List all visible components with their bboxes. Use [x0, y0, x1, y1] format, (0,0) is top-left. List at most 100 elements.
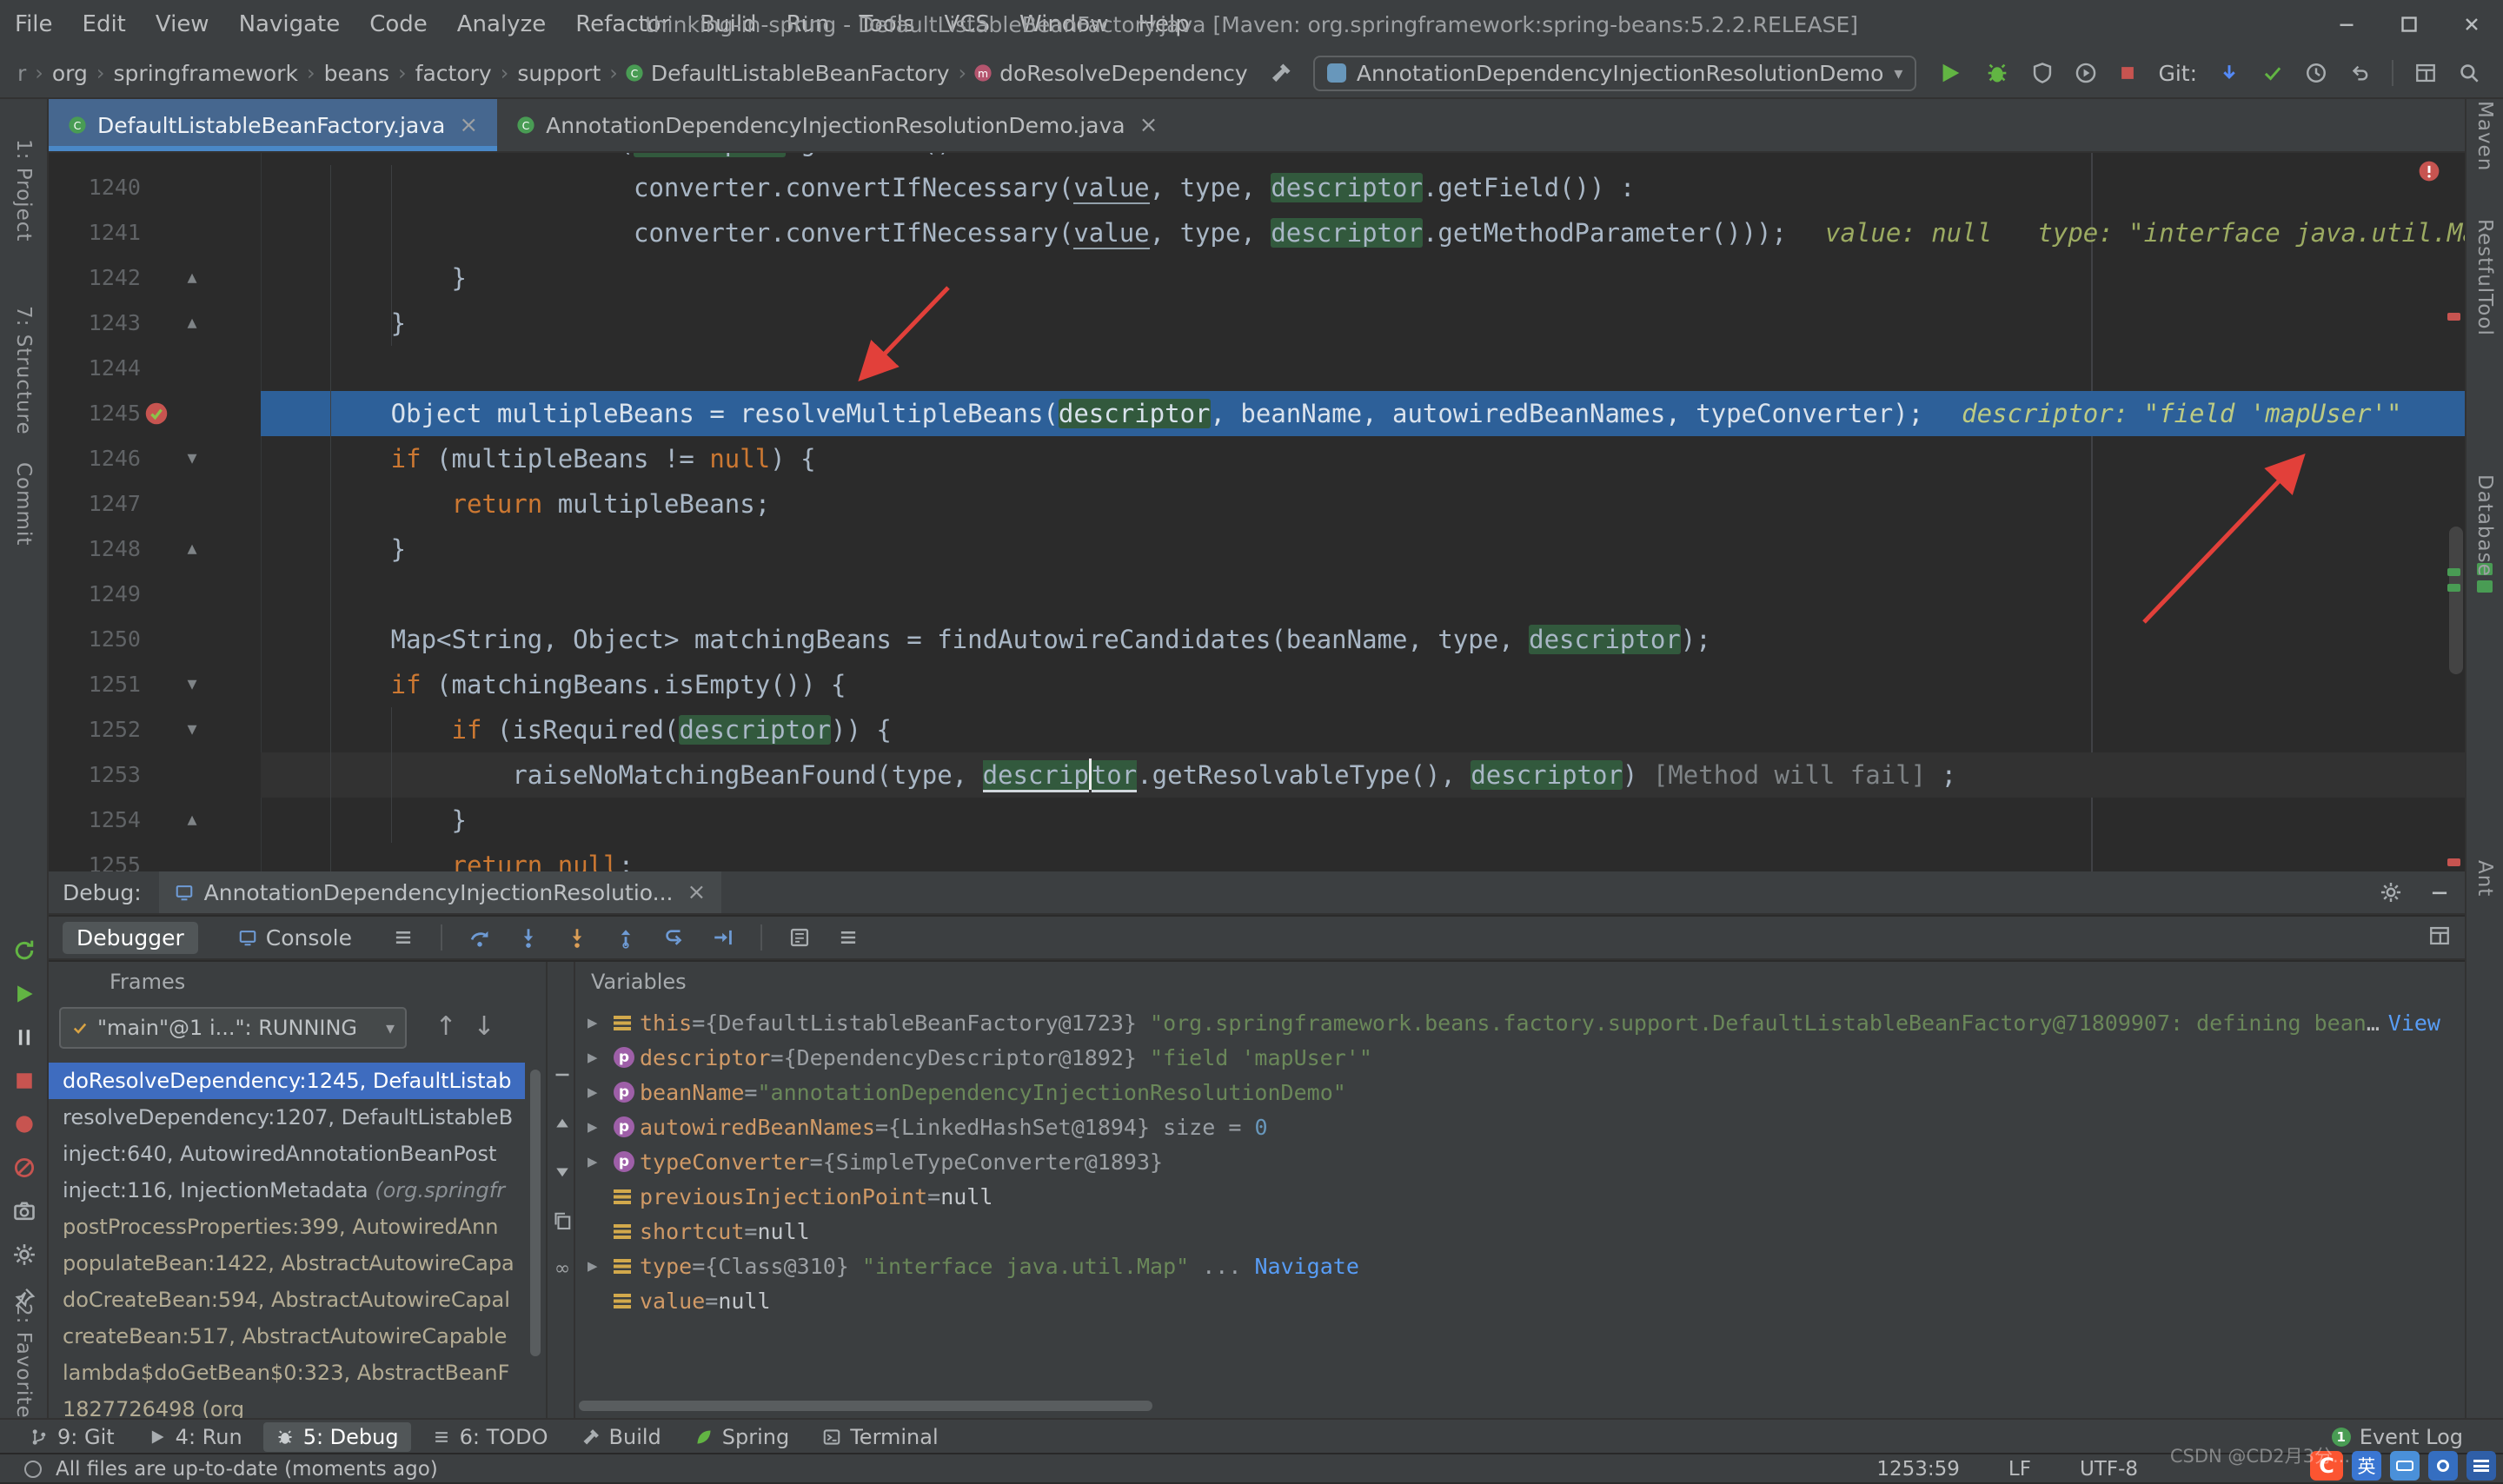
- encoding-widget[interactable]: UTF-8: [2080, 1458, 2138, 1481]
- dropframe-button[interactable]: [663, 926, 686, 949]
- menu-item-code[interactable]: Code: [355, 0, 442, 49]
- maximize-button[interactable]: [2378, 0, 2440, 49]
- code-line-1254[interactable]: 1254 ▴}: [49, 798, 2465, 843]
- line-number[interactable]: 1242: [49, 255, 141, 301]
- variables-hscrollbar[interactable]: [579, 1401, 1152, 1411]
- runtocursor-button[interactable]: [712, 926, 734, 949]
- variable-row[interactable]: ▶ p beanName = "annotationDependencyInject…: [575, 1075, 2465, 1110]
- breadcrumb-method[interactable]: doResolveDependency: [999, 61, 1248, 86]
- hide-panel-icon[interactable]: [2428, 881, 2451, 904]
- toolwindow-button-debug[interactable]: 5: Debug: [262, 1422, 411, 1452]
- toolwindow-button-build[interactable]: Build: [569, 1422, 674, 1452]
- inspection-error-indicator[interactable]: [2418, 160, 2440, 182]
- code-line-1242[interactable]: 1242 ▴}: [49, 255, 2465, 301]
- tab-console[interactable]: Console: [224, 922, 366, 954]
- line-number[interactable]: 1240: [49, 165, 141, 210]
- sidebar-item-commit[interactable]: Commit: [12, 462, 35, 546]
- git-rollback-button[interactable]: [2348, 62, 2371, 84]
- fold-marker-icon[interactable]: ▾: [179, 707, 205, 752]
- line-number[interactable]: 1251: [49, 662, 141, 707]
- variable-row[interactable]: ▶ type = {Class@310} "interface java.util…: [575, 1249, 2465, 1283]
- variable-row[interactable]: shortcut = null: [575, 1214, 2465, 1249]
- editor-scrollbar[interactable]: [2449, 527, 2463, 674]
- variable-row[interactable]: ▶ p descriptor = {DependencyDescriptor@189…: [575, 1040, 2465, 1075]
- fold-marker-icon[interactable]: ▾: [179, 662, 205, 707]
- breadcrumb-item[interactable]: beans: [324, 61, 389, 86]
- fold-marker-icon[interactable]: ▴: [179, 301, 205, 346]
- code-line-1248[interactable]: 1248 ▴}: [49, 527, 2465, 572]
- gear-icon[interactable]: [2380, 881, 2402, 904]
- frame-up-button[interactable]: ↑: [433, 1012, 459, 1042]
- stepover-button[interactable]: [468, 926, 491, 949]
- ime-mode-icon[interactable]: [2428, 1451, 2458, 1481]
- code-line-1249[interactable]: 1249: [49, 572, 2465, 617]
- coverage-button[interactable]: [2031, 62, 2054, 84]
- toolwindow-button-run[interactable]: 4: Run: [136, 1422, 255, 1452]
- tab-close-icon[interactable]: ×: [459, 112, 478, 138]
- error-stripe-mark[interactable]: [2447, 858, 2460, 866]
- minus-button[interactable]: [552, 1064, 573, 1085]
- frame-down-button[interactable]: ↓: [471, 1012, 497, 1042]
- expand-arrow-icon[interactable]: ▶: [588, 1013, 614, 1032]
- run-button[interactable]: [1937, 60, 1963, 86]
- frame-row[interactable]: resolveDependency:1207, DefaultListableB: [49, 1099, 525, 1136]
- editor-tab-1[interactable]: C AnnotationDependencyInjectionResolution…: [497, 99, 1177, 151]
- line-ending-widget[interactable]: LF: [2008, 1458, 2031, 1481]
- line-number[interactable]: 1253: [49, 752, 141, 798]
- sidebar-item-maven[interactable]: Maven: [2473, 101, 2496, 171]
- gear-button[interactable]: [12, 1242, 37, 1267]
- frame-row[interactable]: populateBean:1422, AbstractAutowireCapa: [49, 1245, 525, 1282]
- code-line-1240[interactable]: 1240 converter.convertIfNecessary(value, …: [49, 165, 2465, 210]
- view-link[interactable]: View: [2388, 1010, 2440, 1036]
- stop-button[interactable]: [2118, 63, 2137, 83]
- code-line-1247[interactable]: 1247 return multipleBeans;: [49, 481, 2465, 527]
- line-number[interactable]: 1246: [49, 436, 141, 481]
- line-number[interactable]: 1245: [49, 391, 141, 436]
- line-number[interactable]: 1244: [49, 346, 141, 391]
- menu-item-edit[interactable]: Edit: [68, 0, 141, 49]
- copy-button[interactable]: [552, 1210, 573, 1231]
- code-line-1241[interactable]: 1241 converter.convertIfNecessary(value, …: [49, 210, 2465, 255]
- frame-row[interactable]: createBean:517, AbstractAutowireCapable: [49, 1318, 525, 1355]
- frame-row[interactable]: lambda$doGetBean$0:323, AbstractBeanF: [49, 1355, 525, 1391]
- frame-row[interactable]: doResolveDependency:1245, DefaultListab: [49, 1063, 525, 1099]
- git-update-button[interactable]: [2218, 62, 2241, 84]
- menu-item-file[interactable]: File: [0, 0, 68, 49]
- camera-button[interactable]: [12, 1199, 37, 1223]
- toolwindow-button-git[interactable]: 9: Git: [17, 1422, 127, 1452]
- sidebar-item-database[interactable]: Database: [2473, 474, 2496, 577]
- value-part[interactable]: Navigate: [1254, 1254, 1358, 1279]
- code-line-clipped[interactable]: return (descriptor.getField() != null ?: [49, 153, 2465, 165]
- sidebar-item-project[interactable]: 1: Project: [12, 139, 35, 242]
- code-line-1253[interactable]: 1253 raiseNoMatchingBeanFound(type, descr…: [49, 752, 2465, 798]
- line-number[interactable]: 1241: [49, 210, 141, 255]
- toolwindow-button-terminal[interactable]: Terminal: [810, 1422, 950, 1452]
- toolbar-menu-icon[interactable]: [392, 926, 415, 949]
- fold-marker-icon[interactable]: ▾: [179, 436, 205, 481]
- info-stripe-mark[interactable]: [2447, 584, 2460, 592]
- code-line-1255[interactable]: 1255 return null;: [49, 843, 2465, 871]
- search-everywhere-button[interactable]: [2458, 62, 2480, 84]
- stepinto-button[interactable]: [517, 926, 540, 949]
- sidebar-item-favorites[interactable]: 2: Favorites: [12, 1303, 35, 1430]
- code-line-1251[interactable]: 1251 ▾ if (matchingBeans.isEmpty()) {: [49, 662, 2465, 707]
- fold-marker-icon[interactable]: ▴: [179, 527, 205, 572]
- triup-button[interactable]: [552, 1113, 573, 1134]
- line-number[interactable]: 1248: [49, 527, 141, 572]
- frame-row[interactable]: inject:116, InjectionMetadata (org.sprin…: [49, 1172, 525, 1209]
- tab-debugger[interactable]: Debugger: [63, 921, 198, 954]
- build-button[interactable]: [1270, 62, 1292, 84]
- toolwindow-button-spring[interactable]: Spring: [682, 1422, 801, 1452]
- run-configuration-select[interactable]: AnnotationDependencyInjectionResolutionD…: [1312, 55, 1917, 91]
- variable-row[interactable]: value = null: [575, 1283, 2465, 1318]
- bpdot-button[interactable]: [12, 1112, 37, 1136]
- breadcrumb-item[interactable]: org: [52, 61, 88, 86]
- debug-button[interactable]: [1984, 60, 2010, 86]
- editor-tab-0[interactable]: C DefaultListableBeanFactory.java ×: [49, 99, 498, 151]
- mute-button[interactable]: [12, 1156, 37, 1180]
- line-number[interactable]: 1254: [49, 798, 141, 843]
- breadcrumb-item[interactable]: support: [517, 61, 601, 86]
- pause-button[interactable]: [12, 1025, 37, 1050]
- debug-session-tab[interactable]: AnnotationDependencyInjectionResolutio..…: [158, 871, 722, 913]
- tridown-button[interactable]: [552, 1162, 573, 1183]
